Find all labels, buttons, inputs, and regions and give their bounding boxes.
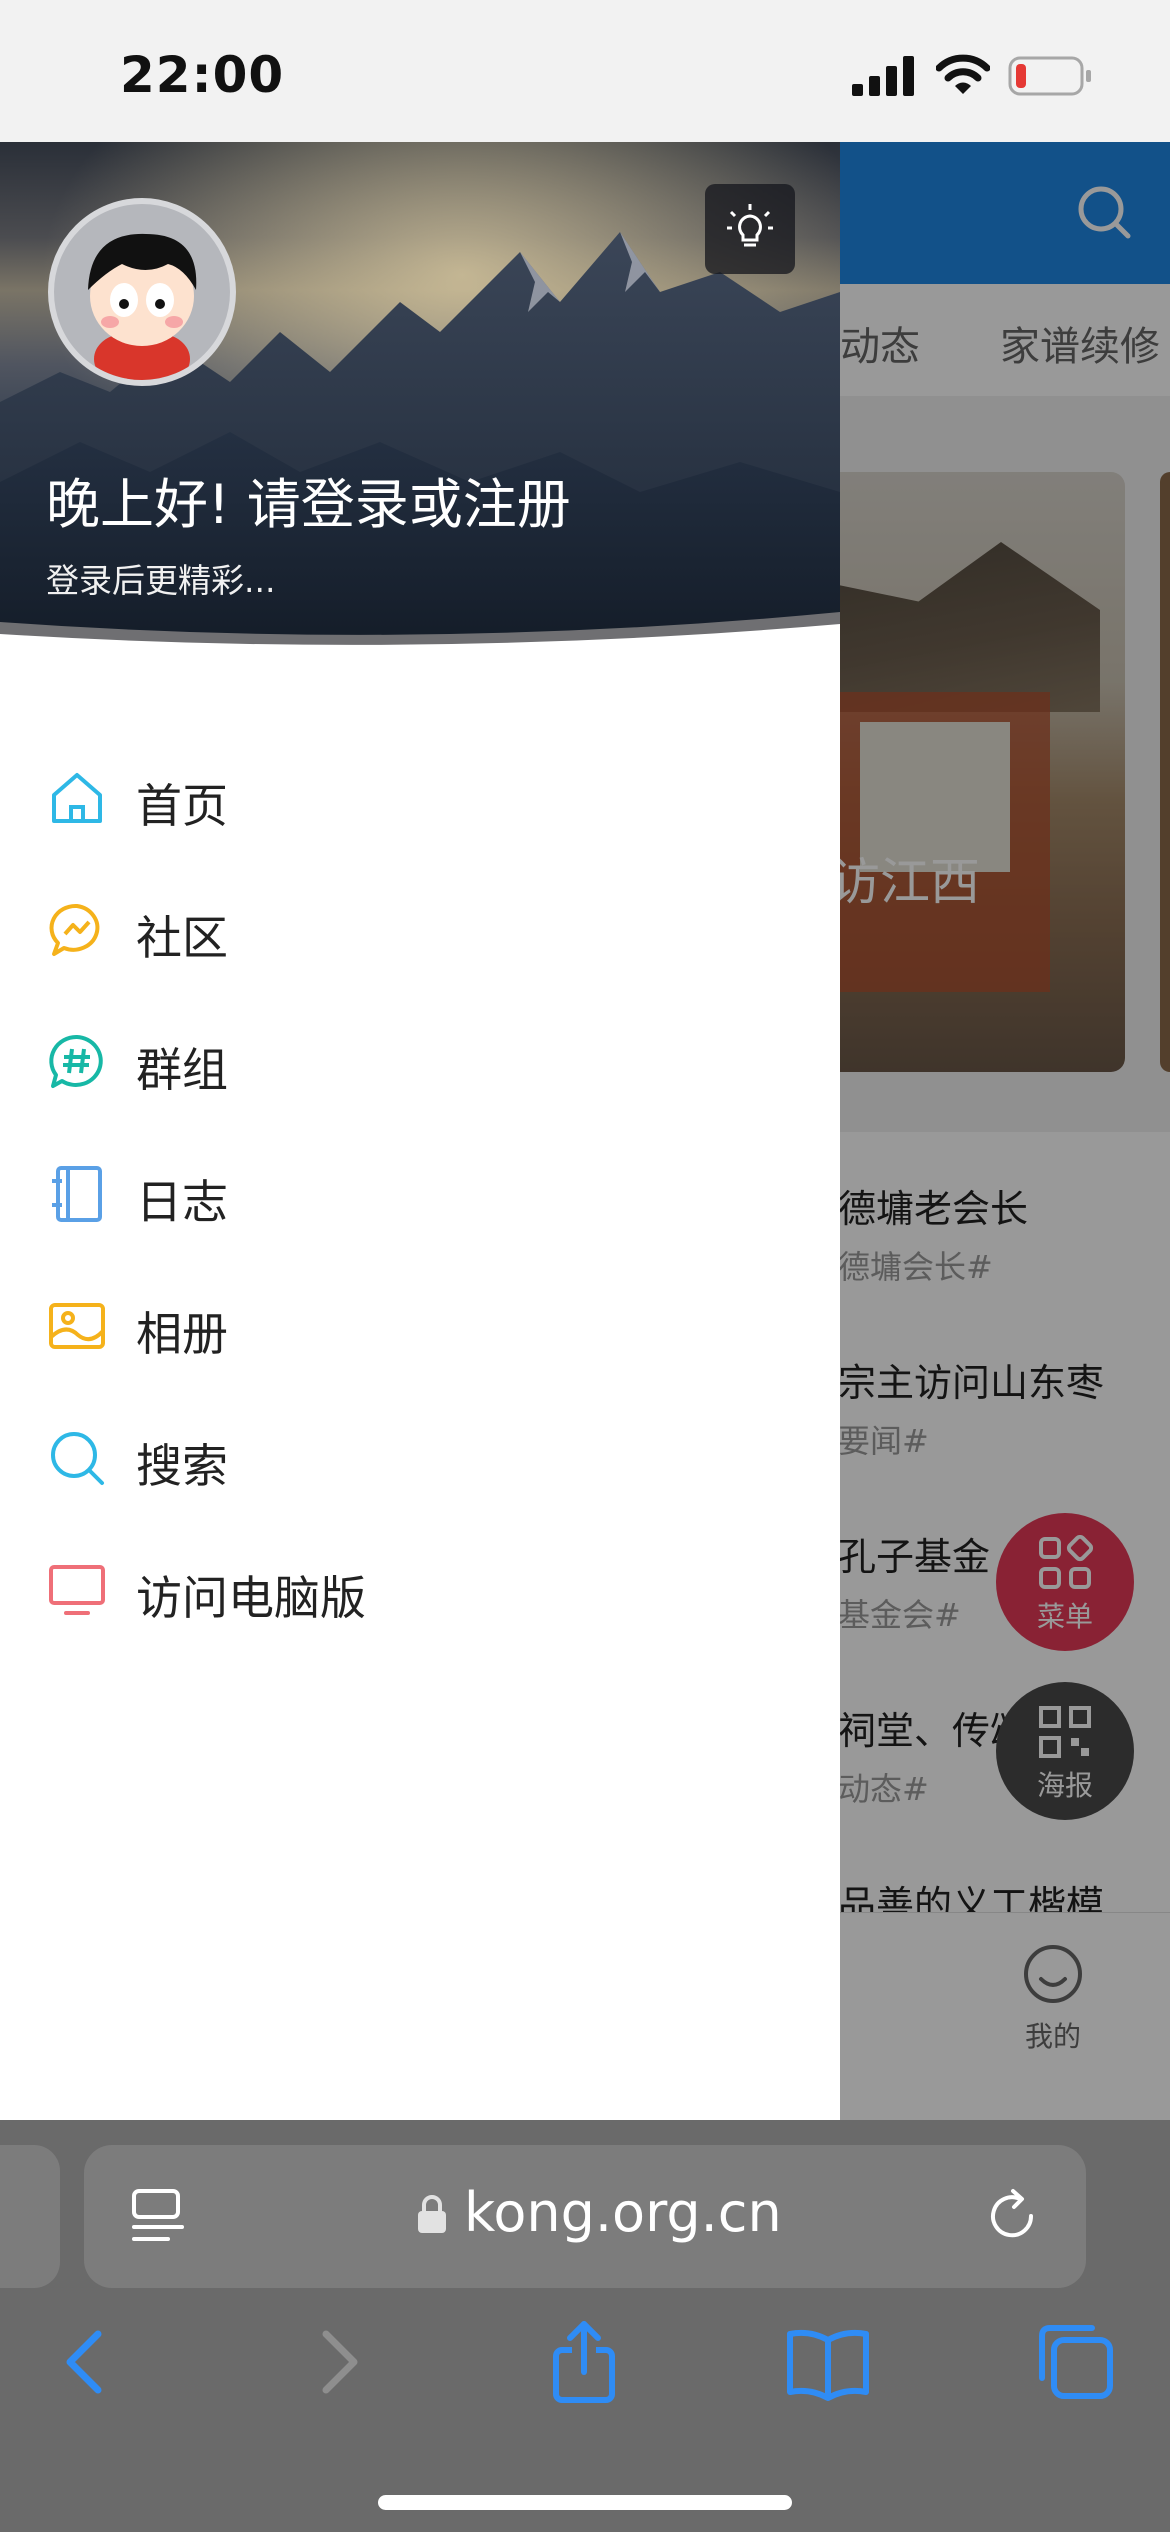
status-bar: 22:00	[0, 0, 1170, 142]
menu-item-home[interactable]: 首页	[0, 742, 840, 852]
side-drawer: 晚上好! 请登录或注册 登录后更精彩... 首页 社区 群组 日志 相册 搜索 …	[0, 142, 840, 2120]
notebook-icon	[52, 1166, 102, 1222]
menu-item-label: 日志	[136, 1175, 228, 1229]
browser-toolbar: kong.org.cn	[0, 2120, 1170, 2532]
menu-item-groups[interactable]: 群组	[0, 1006, 840, 1116]
photo-icon	[49, 1303, 105, 1349]
back-icon[interactable]	[44, 2320, 128, 2404]
url-text[interactable]: kong.org.cn	[464, 2181, 782, 2244]
address-bar[interactable]: kong.org.cn	[84, 2145, 1086, 2288]
hashtag-chat-icon	[49, 1034, 103, 1088]
status-time: 22:00	[120, 46, 285, 104]
menu-item-label: 相册	[136, 1307, 228, 1361]
home-indicator[interactable]	[378, 2495, 792, 2510]
tabs-icon[interactable]	[1034, 2320, 1118, 2404]
drawer-header: 晚上好! 请登录或注册 登录后更精彩...	[0, 142, 840, 672]
menu-item-album[interactable]: 相册	[0, 1270, 840, 1380]
forward-icon[interactable]	[296, 2320, 380, 2404]
share-icon[interactable]	[542, 2320, 626, 2404]
menu-item-label: 访问电脑版	[136, 1571, 366, 1625]
menu-item-label: 搜索	[136, 1439, 228, 1493]
reader-mode-icon[interactable]	[130, 2187, 186, 2245]
avatar[interactable]	[48, 198, 236, 386]
menu-item-search[interactable]: 搜索	[0, 1402, 840, 1512]
lock-icon	[418, 2195, 446, 2233]
menu-item-journal[interactable]: 日志	[0, 1138, 840, 1248]
menu-item-desktop-version[interactable]: 访问电脑版	[0, 1534, 840, 1644]
menu-item-community[interactable]: 社区	[0, 874, 840, 984]
bookmarks-icon[interactable]	[786, 2320, 870, 2404]
menu-item-label: 群组	[136, 1043, 228, 1097]
theme-toggle-button[interactable]	[705, 184, 795, 274]
login-prompt[interactable]: 晚上好! 请登录或注册	[46, 460, 571, 539]
wave-divider	[0, 612, 840, 672]
cartoon-avatar-icon	[88, 233, 197, 380]
previous-tab-peek[interactable]	[0, 2145, 60, 2288]
home-icon	[52, 773, 102, 823]
menu-item-label: 社区	[136, 911, 228, 965]
cellular-signal-icon	[852, 56, 914, 96]
search-icon	[51, 1432, 104, 1485]
wifi-icon	[936, 54, 990, 94]
battery-low-icon	[1008, 56, 1091, 96]
login-subtitle: 登录后更精彩...	[46, 561, 276, 600]
reload-icon[interactable]	[984, 2187, 1042, 2245]
chat-icon	[49, 903, 100, 956]
menu-item-label: 首页	[136, 779, 228, 833]
monitor-icon	[49, 1565, 105, 1615]
screen: 22:00 动态 家谱续修 立到访江西 德墉老会长 德墉会长# 宗主访问山东枣 …	[0, 0, 1170, 2532]
lightbulb-icon	[727, 204, 773, 247]
